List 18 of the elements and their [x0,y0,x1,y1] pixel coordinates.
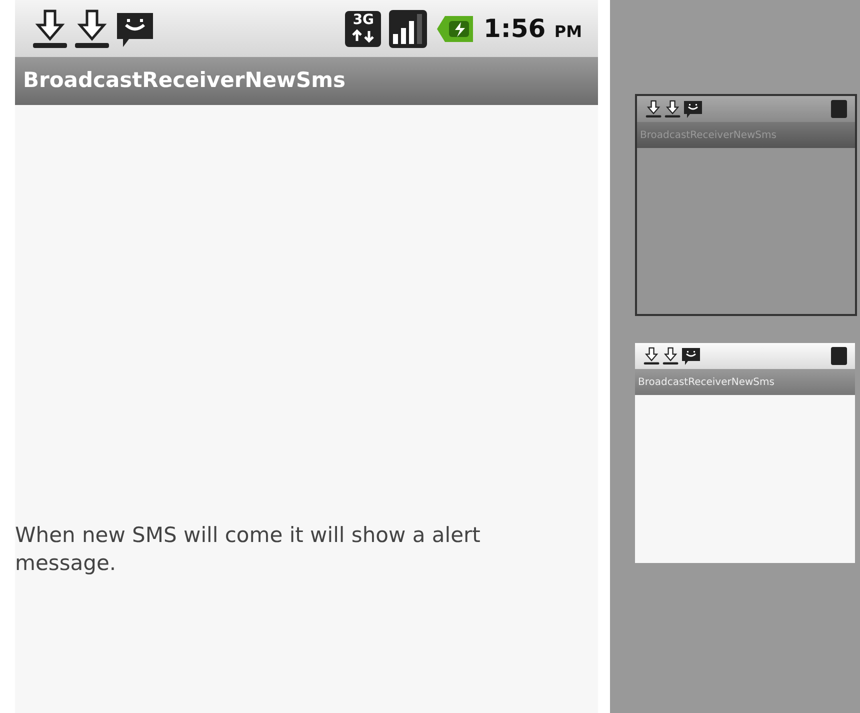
app-title: BroadcastReceiverNewSms [23,67,346,94]
message-icon [683,99,704,119]
app-preview-card[interactable]: BroadcastReceiverNewSms [635,94,857,316]
preview-title: BroadcastReceiverNewSms [640,128,776,142]
mobile-data-icon: 3G [345,10,382,46]
message-icon [681,346,702,366]
download-icon [31,8,69,48]
clock-time: 1:56 PM [483,12,582,45]
download-icon [664,100,682,118]
message-text: When new SMS will come it will show a alert message. [15,522,482,577]
download-icon [643,347,660,365]
download-icon [645,100,662,118]
preview-title: BroadcastReceiverNewSms [638,376,774,390]
download-icon [73,8,111,48]
battery-charging-icon [435,14,476,44]
app-preview-card[interactable]: BroadcastReceiverNewSms [635,343,855,563]
signal-icon [389,10,428,48]
download-icon [662,347,680,365]
